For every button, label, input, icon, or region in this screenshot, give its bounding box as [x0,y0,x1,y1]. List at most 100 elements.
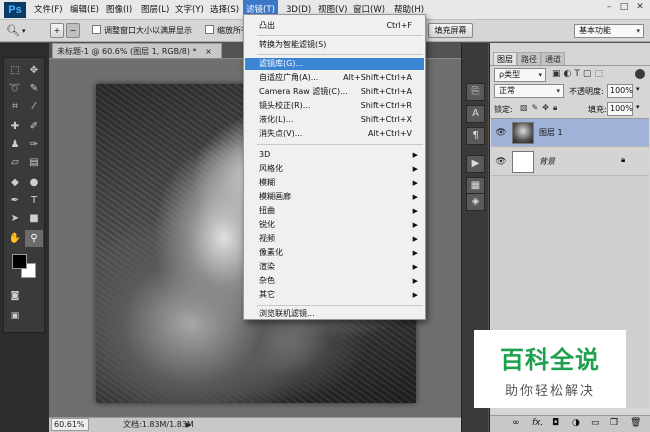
lock-icons[interactable]: ▨✎✥🔒︎ [520,103,561,113]
document-tab[interactable]: 未标题-1 @ 60.6% (图层 1, RGB/8) * × [52,43,222,58]
path-select-tool-icon[interactable]: ➤ [6,210,24,227]
hand-tool-icon[interactable]: ✋ [6,230,24,247]
tab-layers[interactable]: 图层 [493,52,517,65]
dodge-tool-icon[interactable]: ● [25,174,43,191]
eraser-tool-icon[interactable]: ▱ [6,154,24,171]
menu-item-render[interactable]: 渲染 ▶ [245,261,424,273]
blend-mode-select[interactable]: 正常 ▾ [494,84,564,98]
zoom-out-button[interactable]: − [66,23,80,38]
link-icon[interactable]: ∞ [512,418,520,428]
move-tool-icon[interactable]: ✥ [25,62,43,79]
menu-item-noise[interactable]: 杂色 ▶ [245,275,424,287]
mask-icon[interactable]: ◘ [552,418,559,428]
menu-image[interactable]: 图像(I) [103,0,135,20]
menu-item-distort[interactable]: 扭曲 ▶ [245,205,424,217]
menu-item-liquify[interactable]: 液化(L)... Shift+Ctrl+X [245,114,424,126]
opacity-input[interactable]: 100% [607,84,633,98]
menu-item-vanishing-point[interactable]: 消失点(V)... Alt+Ctrl+V [245,128,424,140]
eye-icon[interactable]: 👁︎ [495,156,507,168]
menu-file[interactable]: 文件(F) [31,0,66,20]
close-button[interactable]: ✕ [633,1,647,13]
menu-item-stylize[interactable]: 风格化 ▶ [245,163,424,175]
tab-channels[interactable]: 通道 [541,52,565,65]
crop-tool-icon[interactable]: ⌗ [6,98,24,115]
eyedropper-tool-icon[interactable]: ⁄ [25,98,43,115]
menu-edit[interactable]: 编辑(E) [67,0,102,20]
eye-icon[interactable]: 👁︎ [495,127,507,139]
rectangle-tool-icon[interactable]: ■ [25,210,43,227]
menu-item-label: 锐化 [259,220,275,229]
menu-item-camera-raw[interactable]: Camera Raw 滤镜(C)... Shift+Ctrl+A [245,86,424,98]
menu-type[interactable]: 文字(Y) [172,0,207,20]
menu-item-label: 扭曲 [259,206,275,215]
menu-item-video[interactable]: 视频 ▶ [245,233,424,245]
brush-tool-icon[interactable]: ✐ [25,118,43,135]
tools-group: ⬚ ✥ ➰ ✎ ⌗ ⁄ ✚ ✐ ♟ ✑ ▱ ▤ ◆ ● ✒ T ➤ ■ ✋ ⚲ … [3,57,45,333]
pen-tool-icon[interactable]: ✒ [6,192,24,209]
menu-item-label: 模糊 [259,178,275,187]
layer-row[interactable]: 👁︎ 背景 🔒︎ [491,148,649,176]
menu-item-convert-smart-filter[interactable]: 转换为智能滤镜(S) [245,39,424,51]
menu-item-lens-correction[interactable]: 镜头校正(R)... Shift+Ctrl+R [245,100,424,112]
menu-select[interactable]: 选择(S) [207,0,242,20]
new-layer-icon[interactable]: ❐ [610,418,618,428]
chevron-down-icon[interactable]: ▾ [22,24,26,38]
fx-icon[interactable]: fx. [532,418,543,428]
close-tab-icon[interactable]: × [205,47,212,56]
character-panel-icon[interactable]: A [466,105,485,123]
marquee-tool-icon[interactable]: ⬚ [6,62,24,79]
3d-panel-icon[interactable]: ◈ [466,193,485,211]
screen-mode-icon[interactable]: ▣ [6,308,24,325]
menu-item-3d[interactable]: 3D ▶ [245,149,424,161]
menu-item-adaptive-wide-angle[interactable]: 自适应广角(A)... Alt+Shift+Ctrl+A [245,72,424,84]
layer-filter-icons[interactable]: ▣◐T▢⬚ [552,69,606,79]
history-brush-tool-icon[interactable]: ✑ [25,136,43,153]
fill-input[interactable]: 100% [607,102,633,116]
group-icon[interactable]: ▭ [591,418,600,428]
maximize-button[interactable]: □ [617,1,631,13]
adjustment-icon[interactable]: ◑ [572,418,580,428]
quick-mask-icon[interactable]: ◙ [6,288,24,305]
actions-panel-icon[interactable]: ▶ [466,155,485,173]
menu-item-sharpen[interactable]: 锐化 ▶ [245,219,424,231]
zoom-tool-icon[interactable]: ⚲ [25,230,43,247]
zoom-in-button[interactable]: + [50,23,64,38]
tab-paths[interactable]: 路径 [517,52,541,65]
checkbox-icon [205,25,214,34]
clone-stamp-tool-icon[interactable]: ♟ [6,136,24,153]
foreground-color-swatch[interactable] [12,254,27,269]
chevron-down-icon[interactable]: ▾ [636,85,640,93]
menu-item-blur-gallery[interactable]: 模糊画廊 ▶ [245,191,424,203]
quick-select-tool-icon[interactable]: ✎ [25,80,43,97]
chevron-down-icon[interactable]: ▾ [636,103,640,111]
layer-row[interactable]: 👁︎ 图层 1 [491,119,649,147]
filter-toggle-icon[interactable] [635,69,645,79]
magnifier-icon[interactable]: 🔍︎ [6,24,20,38]
menu-item-other[interactable]: 其它 ▶ [245,289,424,301]
zoom-level[interactable]: 60.61% [51,418,89,431]
submenu-arrow-icon: ▶ [412,235,418,243]
chevron-right-icon[interactable]: ▶ [186,418,191,432]
type-tool-icon[interactable]: T [25,192,43,209]
lasso-tool-icon[interactable]: ➰ [6,80,24,97]
fill-value: 100% [610,104,633,113]
gradient-tool-icon[interactable]: ▤ [25,154,43,171]
resize-windows-checkbox[interactable]: 调整窗口大小以满屏显示 [92,24,192,38]
menu-item-filter-gallery[interactable]: 滤镜库(G)... [245,58,424,70]
menu-item-browse-online-filters[interactable]: 浏览联机滤镜... [245,308,424,320]
menu-item-pixelate[interactable]: 像素化 ▶ [245,247,424,259]
menu-item-blur[interactable]: 模糊 ▶ [245,177,424,189]
layer-kind-filter[interactable]: ρ类型 ▾ [494,68,546,82]
history-panel-icon[interactable]: ⎘ [466,83,485,101]
healing-brush-tool-icon[interactable]: ✚ [6,118,24,135]
submenu-arrow-icon: ▶ [412,277,418,285]
fill-screen-button[interactable]: 填充屏幕 [428,23,473,38]
minimize-button[interactable]: – [602,1,616,13]
workspace-select[interactable]: 基本功能 ▾ [574,24,644,38]
menu-item-last-filter[interactable]: 凸出 Ctrl+F [245,20,424,32]
menu-layer[interactable]: 图层(L) [138,0,172,20]
layer-name: 图层 1 [539,128,563,137]
blur-tool-icon[interactable]: ◆ [6,174,24,191]
trash-icon[interactable]: 🗑︎ [630,418,641,428]
paragraph-panel-icon[interactable]: ¶ [466,127,485,145]
